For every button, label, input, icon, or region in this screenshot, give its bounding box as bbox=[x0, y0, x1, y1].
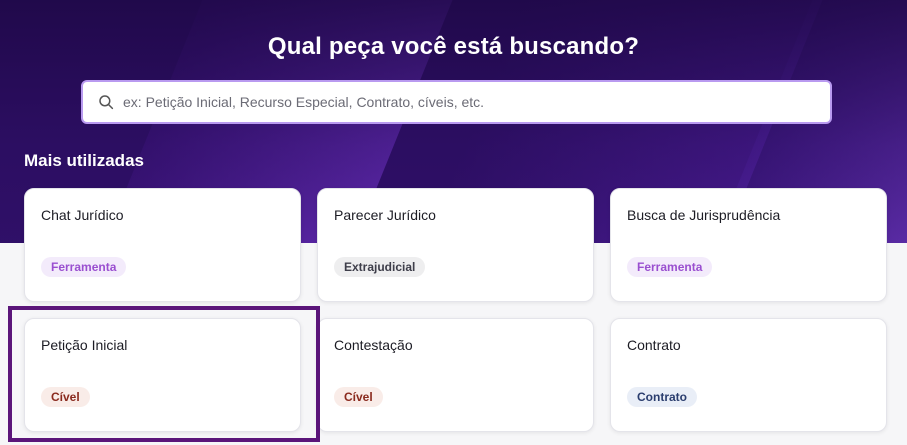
card-tag: Cível bbox=[334, 387, 383, 407]
card-name: Parecer Jurídico bbox=[334, 207, 436, 223]
card-tag: Ferramenta bbox=[41, 257, 127, 277]
search-box[interactable] bbox=[81, 80, 832, 124]
card-chat-juridico[interactable]: Chat Jurídico Ferramenta bbox=[24, 188, 301, 302]
card-tag: Contrato bbox=[627, 387, 697, 407]
card-name: Busca de Jurisprudência bbox=[627, 207, 781, 223]
page-title: Qual peça você está buscando? bbox=[267, 33, 640, 60]
card-busca-jurisprudencia[interactable]: Busca de Jurisprudência Ferramenta bbox=[610, 188, 887, 302]
card-name: Petição Inicial bbox=[41, 337, 128, 353]
card-peticao-inicial[interactable]: Petição Inicial Cível bbox=[24, 318, 301, 432]
search-input[interactable] bbox=[123, 94, 830, 110]
card-name: Contestação bbox=[334, 337, 413, 353]
section-title: Mais utilizadas bbox=[24, 151, 144, 170]
card-tag: Ferramenta bbox=[627, 257, 713, 277]
card-name: Contrato bbox=[627, 337, 681, 353]
card-tag: Cível bbox=[41, 387, 90, 407]
search-icon bbox=[99, 95, 114, 110]
card-contestacao[interactable]: Contestação Cível bbox=[317, 318, 594, 432]
card-parecer-juridico[interactable]: Parecer Jurídico Extrajudicial bbox=[317, 188, 594, 302]
card-name: Chat Jurídico bbox=[41, 207, 124, 223]
card-tag: Extrajudicial bbox=[334, 257, 426, 277]
card-contrato[interactable]: Contrato Contrato bbox=[610, 318, 887, 432]
